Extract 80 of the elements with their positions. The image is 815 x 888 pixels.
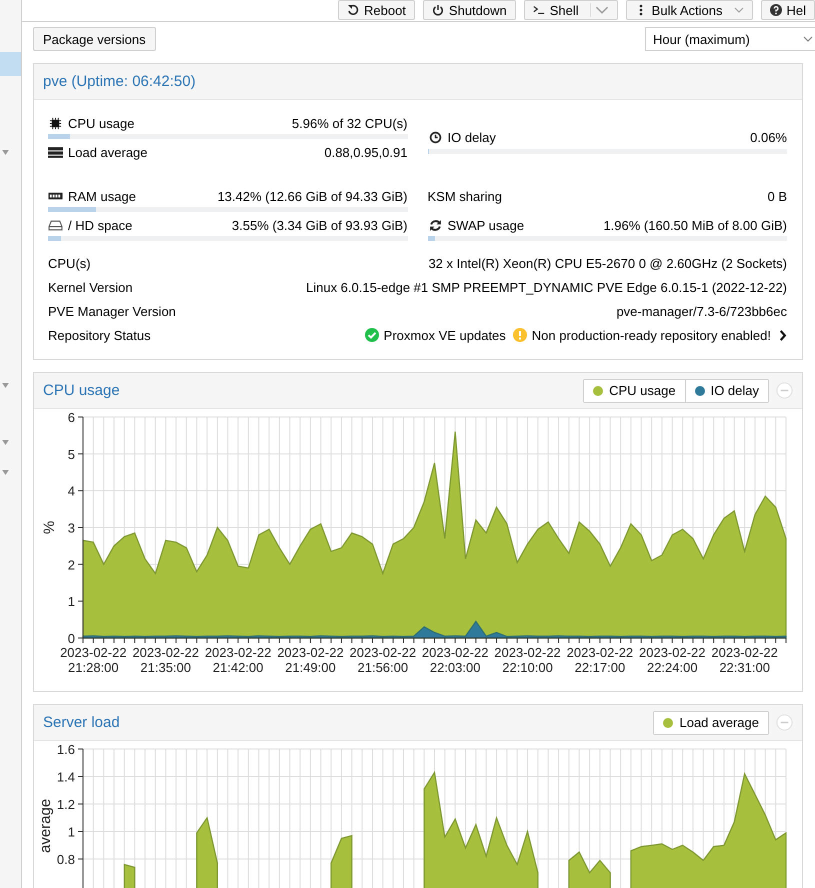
collapse-icon[interactable] bbox=[776, 382, 793, 399]
axis-tick-label: 1 bbox=[68, 824, 75, 840]
legend-item[interactable]: IO delay bbox=[684, 380, 768, 402]
toolbar-button[interactable]: Shutdown bbox=[422, 0, 516, 20]
axis-title: % bbox=[41, 520, 58, 534]
toolbar-button[interactable]: Shell bbox=[524, 0, 618, 20]
axis-tick-label: 2023-02-22 22:03:00 bbox=[422, 645, 488, 675]
metric-value: 0.88,0.95,0.91 bbox=[324, 144, 408, 160]
caret-icon[interactable] bbox=[2, 470, 9, 475]
info-label: CPU(s) bbox=[48, 256, 91, 270]
toolbar-button[interactable]: Hel bbox=[760, 0, 815, 20]
metric-value: 5.96% of 32 CPU(s) bbox=[292, 116, 408, 130]
axis-tick-label: 0 bbox=[68, 631, 75, 646]
metric-value: 0 B bbox=[767, 188, 787, 204]
chevron-right-icon[interactable] bbox=[779, 330, 787, 340]
caret-icon[interactable] bbox=[2, 440, 9, 445]
chip-icon bbox=[48, 116, 63, 130]
terminal-icon bbox=[532, 4, 545, 16]
warning-icon bbox=[512, 328, 527, 342]
refresh-icon bbox=[428, 218, 442, 232]
axis-tick-label: 2 bbox=[68, 557, 75, 572]
info-value: Linux 6.0.15-edge #1 SMP PREEMPT_DYNAMIC PVE Edge 6.0.15-1 (2022-12-22) bbox=[306, 280, 787, 294]
metric-value: 3.55% (3.34 GiB of 93.93 GiB) bbox=[232, 218, 408, 232]
metric-label: / HD space bbox=[48, 218, 132, 232]
metric-label: Load average bbox=[48, 144, 148, 160]
caret-icon[interactable] bbox=[590, 3, 609, 17]
repository-status-text: Proxmox VE updates bbox=[384, 328, 506, 342]
info-value: pve-manager/7.3-6/723bb6ec bbox=[616, 304, 787, 318]
timeframe-select[interactable]: Hour (maximum) bbox=[645, 27, 815, 51]
help-icon bbox=[770, 4, 782, 16]
info-value: 32 x Intel(R) Xeon(R) CPU E5-2670 0 @ 2.60GHz (2 Sockets) bbox=[428, 256, 787, 270]
axis-tick-label: 2023-02-22 21:56:00 bbox=[350, 645, 416, 675]
toolbar-button[interactable]: Bulk Actions bbox=[626, 0, 752, 20]
axis-tick-label: 2023-02-22 21:28:00 bbox=[60, 645, 127, 675]
clock-icon bbox=[428, 131, 442, 144]
reboot-icon bbox=[347, 4, 359, 16]
panel-title: CPU usage bbox=[43, 382, 120, 399]
metric-value: 0.06% bbox=[750, 130, 787, 145]
axis-tick-label: 2023-02-22 21:49:00 bbox=[277, 645, 344, 675]
axis-tick-label: 5 bbox=[68, 446, 75, 462]
info-label: Kernel Version bbox=[48, 280, 133, 294]
caret-icon bbox=[803, 36, 813, 42]
axis-tick-label: 6 bbox=[68, 410, 75, 425]
panel-title: pve (Uptime: 06:42:50) bbox=[43, 73, 196, 90]
axis-tick-label: 4 bbox=[68, 484, 75, 499]
package-versions-button[interactable]: Package versions bbox=[33, 27, 156, 51]
metric-label: SWAP usage bbox=[428, 218, 524, 232]
axis-tick-label: 3 bbox=[68, 520, 75, 536]
axis-tick-label: 2023-02-22 21:35:00 bbox=[132, 645, 199, 675]
metric-label: CPU usage bbox=[48, 116, 134, 130]
metric-value: 1.96% (160.50 MiB of 8.00 GiB) bbox=[603, 218, 787, 232]
info-label: PVE Manager Version bbox=[48, 304, 176, 318]
legend-item[interactable]: Load average bbox=[654, 712, 768, 734]
axis-tick-label: 1.2 bbox=[56, 797, 75, 812]
info-label: Repository Status bbox=[48, 328, 151, 342]
axis-tick-label: 2023-02-22 22:31:00 bbox=[711, 645, 778, 675]
caret-icon[interactable] bbox=[2, 383, 9, 388]
check-icon bbox=[364, 328, 379, 342]
axis-tick-label: 2023-02-22 22:24:00 bbox=[639, 645, 706, 675]
axis-title: average bbox=[37, 798, 54, 853]
metric-label: RAM usage bbox=[48, 188, 136, 204]
metric-label: KSM sharing bbox=[428, 188, 502, 204]
repository-status-text: Non production-ready repository enabled! bbox=[532, 328, 771, 342]
panel-title: Server load bbox=[43, 714, 120, 731]
axis-tick-label: 0.8 bbox=[56, 852, 75, 867]
caret-icon[interactable] bbox=[2, 150, 9, 155]
hard-drive-icon bbox=[48, 218, 63, 232]
metric-value: 13.42% (12.66 GiB of 94.33 GiB) bbox=[217, 188, 408, 204]
toolbar-button[interactable]: Reboot bbox=[338, 0, 415, 20]
axis-tick-label: 2023-02-22 22:10:00 bbox=[494, 645, 561, 675]
collapse-icon[interactable] bbox=[776, 714, 793, 731]
axis-tick-label: 1.4 bbox=[56, 770, 75, 784]
axis-tick-label: 2023-02-22 22:17:00 bbox=[566, 645, 634, 675]
power-icon bbox=[432, 4, 444, 16]
axis-tick-label: 1 bbox=[68, 594, 75, 610]
server-icon bbox=[48, 146, 63, 158]
caret-icon bbox=[734, 7, 744, 13]
metric-label: IO delay bbox=[428, 130, 496, 145]
axis-tick-label: 2023-02-22 21:42:00 bbox=[204, 645, 272, 675]
axis-tick-label: 1.6 bbox=[56, 742, 75, 757]
